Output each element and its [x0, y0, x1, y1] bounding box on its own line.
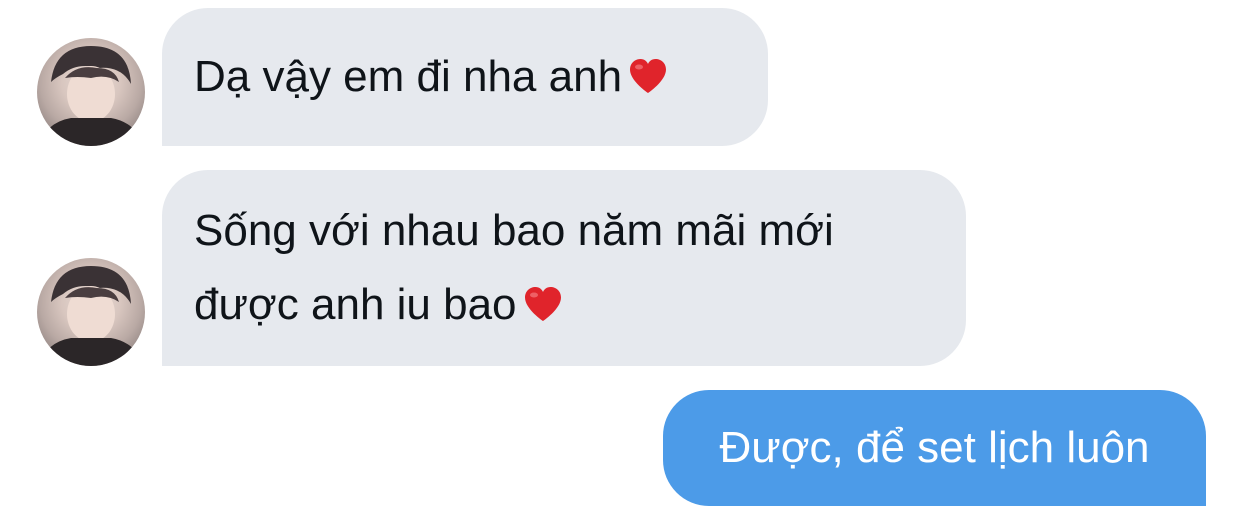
avatar[interactable]	[37, 38, 145, 146]
message-bubble-incoming[interactable]: Sống với nhau bao năm mãi mới được anh i…	[162, 170, 966, 366]
avatar-image	[37, 46, 145, 146]
message-text-line-2: được anh iu bao	[194, 268, 934, 342]
message-bubble-incoming[interactable]: Dạ vậy em đi nha anh	[162, 8, 768, 146]
message-bubble-outgoing[interactable]: Được, để set lịch luôn	[663, 390, 1206, 506]
avatar[interactable]	[37, 258, 145, 366]
message-text: được anh iu bao	[194, 280, 517, 329]
avatar-image	[37, 266, 145, 366]
red-heart-icon	[523, 285, 563, 325]
message-text-line-1: Sống với nhau bao năm mãi mới	[194, 206, 834, 255]
message-text: Dạ vậy em đi nha anh	[194, 52, 623, 101]
red-heart-icon	[628, 57, 668, 97]
chat-thread: Dạ vậy em đi nha anh Sống với nhau bao n…	[0, 0, 1242, 531]
message-text: Được, để set lịch luôn	[719, 423, 1150, 472]
